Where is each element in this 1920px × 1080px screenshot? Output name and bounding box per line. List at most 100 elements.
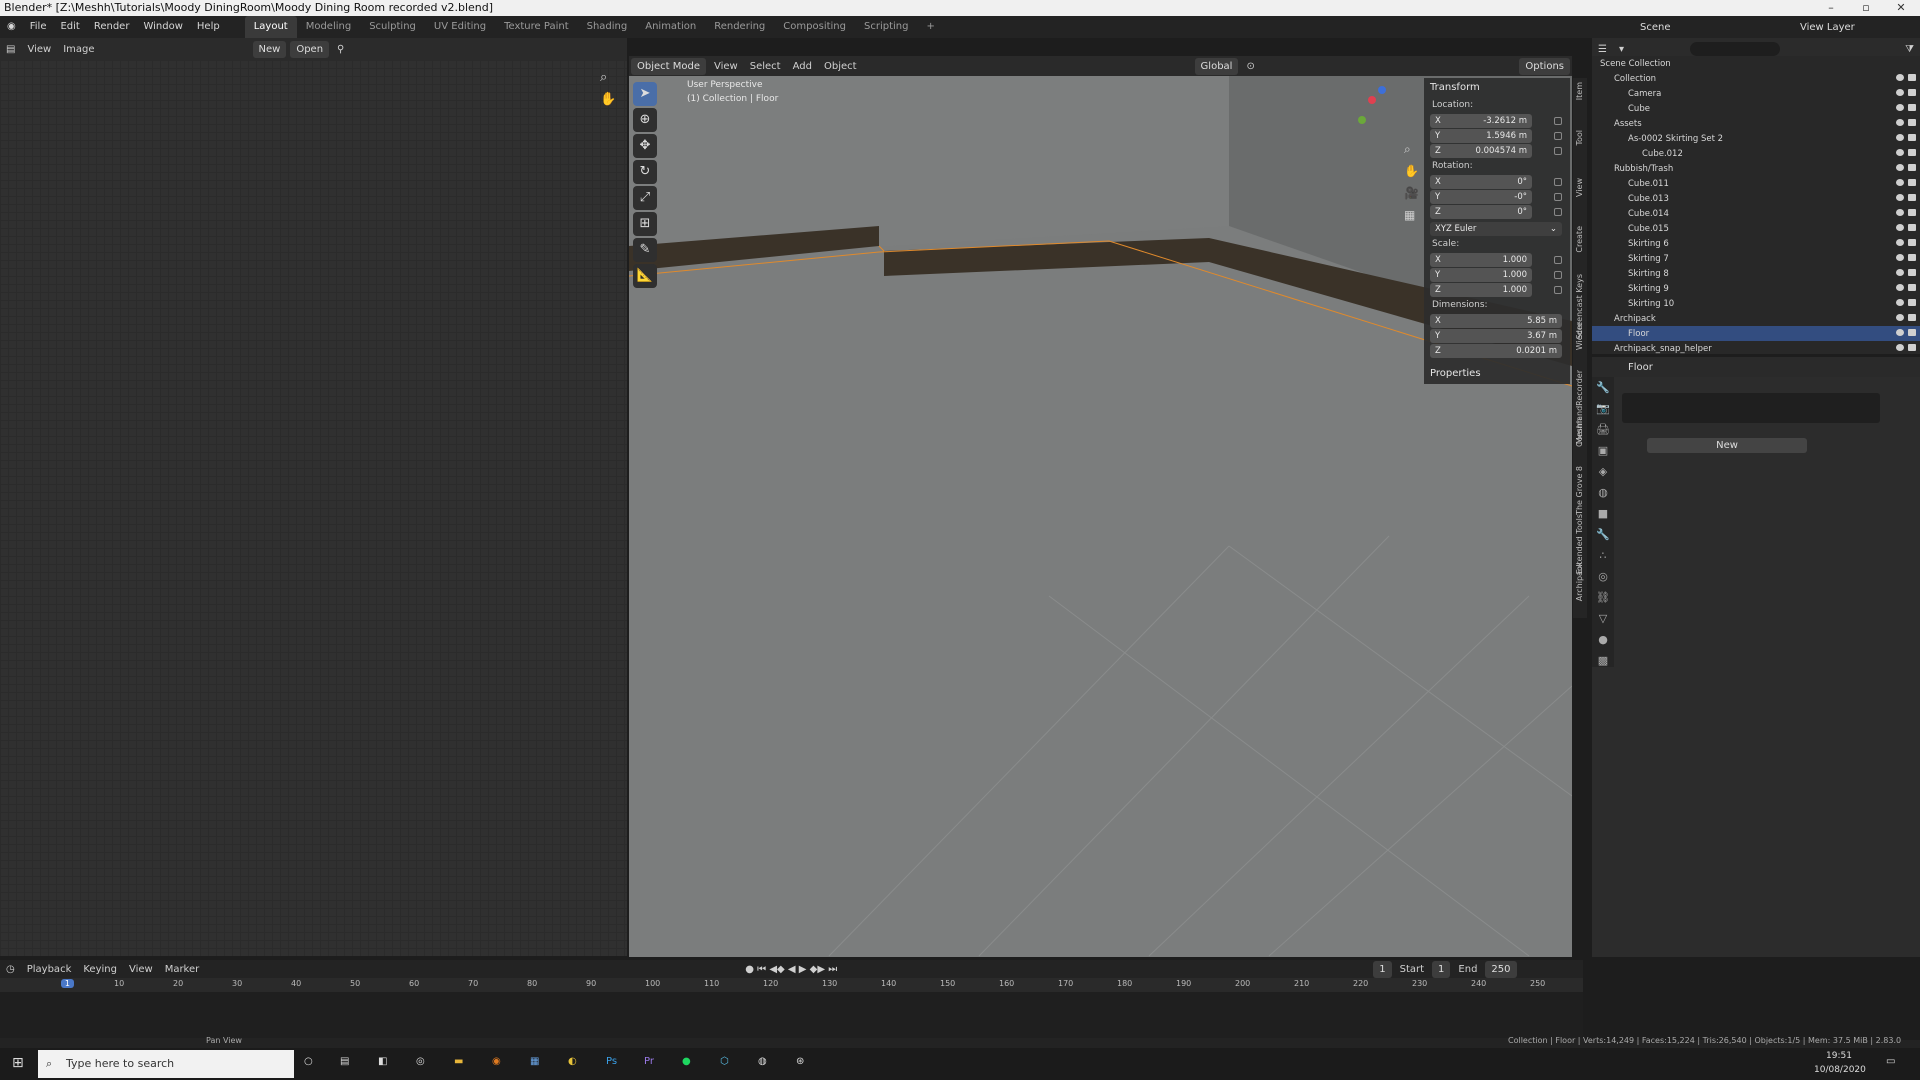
transform-orientation-dropdown[interactable]: Global: [1194, 57, 1239, 75]
visibility-eye-icon[interactable]: [1896, 209, 1904, 216]
outliner-editor-icon[interactable]: ☰: [1598, 44, 1607, 55]
keying-menu[interactable]: Keying: [83, 964, 117, 975]
object-tab-icon[interactable]: ■: [1592, 503, 1614, 524]
premiere-icon[interactable]: Pr: [644, 1056, 654, 1067]
workspace-tab-texture-paint[interactable]: Texture Paint: [495, 16, 578, 38]
render-camera-icon[interactable]: [1908, 284, 1916, 291]
world-tab-icon[interactable]: ◍: [1592, 482, 1614, 503]
outliner-row[interactable]: Assets: [1592, 116, 1920, 131]
workspace-tab-modeling[interactable]: Modeling: [297, 16, 361, 38]
visibility-eye-icon[interactable]: [1896, 224, 1904, 231]
menu-edit[interactable]: Edit: [53, 16, 86, 38]
transform-panel-header[interactable]: Transform: [1424, 78, 1570, 97]
location-z-field[interactable]: Z 0.004574 m: [1430, 144, 1532, 158]
physics-tab-icon[interactable]: ◎: [1592, 566, 1614, 587]
lock-icon[interactable]: [1554, 192, 1562, 201]
timeline-ruler[interactable]: 1 10 20 30 40 50 60 70 80 90 100 110 120 130 140 150 160…: [0, 978, 1583, 992]
material-slots-list[interactable]: [1622, 393, 1880, 423]
render-camera-icon[interactable]: [1908, 194, 1916, 201]
outliner-row[interactable]: Skirting 6: [1592, 236, 1920, 251]
workspace-tab-compositing[interactable]: Compositing: [774, 16, 855, 38]
constraints-tab-icon[interactable]: ⛓: [1592, 587, 1614, 608]
cursor-tool-icon[interactable]: ⊕: [633, 108, 657, 132]
menu-help[interactable]: Help: [190, 16, 227, 38]
render-camera-icon[interactable]: [1908, 74, 1916, 81]
taskbar-app-icon[interactable]: ◎: [416, 1056, 425, 1067]
viewport-add-menu[interactable]: Add: [793, 61, 812, 72]
image-editor-view-menu[interactable]: View: [27, 44, 51, 55]
taskbar-search-input[interactable]: ⌕ Type here to search: [38, 1050, 294, 1078]
ortho-toggle-icon[interactable]: ▦: [1404, 208, 1415, 222]
playback-controls[interactable]: ● ⏮ ◀◆ ◀ ▶ ◆▶ ⏭: [745, 964, 837, 975]
render-camera-icon[interactable]: [1908, 224, 1916, 231]
outliner-row[interactable]: Cube: [1592, 101, 1920, 116]
workspace-tab-layout[interactable]: Layout: [244, 16, 297, 38]
outliner-row[interactable]: Skirting 10: [1592, 296, 1920, 311]
lock-icon[interactable]: [1554, 116, 1562, 125]
render-camera-icon[interactable]: [1908, 269, 1916, 276]
render-camera-icon[interactable]: [1908, 179, 1916, 186]
visibility-eye-icon[interactable]: [1896, 149, 1904, 156]
new-image-button[interactable]: New: [252, 40, 287, 58]
sidebar-tab[interactable]: Archipack: [1575, 562, 1589, 601]
view-layer-selector[interactable]: View Layer: [1800, 22, 1855, 33]
move-tool-icon[interactable]: ✥: [633, 134, 657, 158]
outliner-row[interactable]: Rubbish/Trash: [1592, 161, 1920, 176]
chrome-icon[interactable]: ◐: [568, 1056, 577, 1067]
lock-icon[interactable]: [1554, 285, 1562, 294]
view-layer-tab-icon[interactable]: ▣: [1592, 440, 1614, 461]
workspace-tab-rendering[interactable]: Rendering: [705, 16, 774, 38]
cortana-icon[interactable]: ○: [304, 1056, 313, 1067]
viewport-view-menu[interactable]: View: [714, 61, 738, 72]
lock-icon[interactable]: [1554, 270, 1562, 279]
taskbar-app-icon[interactable]: ⬡: [720, 1056, 729, 1067]
taskbar-clock[interactable]: 19:51: [1826, 1051, 1852, 1061]
editor-type-icon[interactable]: ▤: [6, 44, 15, 55]
visibility-eye-icon[interactable]: [1896, 89, 1904, 96]
new-material-button[interactable]: New: [1647, 438, 1807, 453]
image-editor-image-menu[interactable]: Image: [63, 44, 94, 55]
render-camera-icon[interactable]: [1908, 209, 1916, 216]
particles-tab-icon[interactable]: ∴: [1592, 545, 1614, 566]
scale-tool-icon[interactable]: ⤢: [633, 186, 657, 210]
rotation-y-field[interactable]: Y -0°: [1430, 190, 1532, 204]
outliner-row[interactable]: Skirting 9: [1592, 281, 1920, 296]
scale-y-field[interactable]: Y 1.000: [1430, 268, 1532, 282]
location-y-field[interactable]: Y 1.5946 m: [1430, 129, 1532, 143]
options-dropdown[interactable]: Options: [1519, 57, 1570, 75]
blender-taskbar-icon[interactable]: ◉: [492, 1056, 501, 1067]
visibility-eye-icon[interactable]: [1896, 344, 1904, 351]
outliner-row[interactable]: Cube.013: [1592, 191, 1920, 206]
lock-icon[interactable]: [1554, 131, 1562, 140]
rotation-mode-dropdown[interactable]: XYZ Euler ⌄: [1430, 222, 1562, 236]
rotation-x-field[interactable]: X 0°: [1430, 175, 1532, 189]
rotate-tool-icon[interactable]: ↻: [633, 160, 657, 184]
visibility-eye-icon[interactable]: [1896, 239, 1904, 246]
render-camera-icon[interactable]: [1908, 239, 1916, 246]
sidebar-tab[interactable]: Meshh: [1575, 418, 1589, 444]
workspace-tab-scripting[interactable]: Scripting: [855, 16, 917, 38]
sidebar-tab[interactable]: Item: [1575, 82, 1589, 100]
workspace-tab-animation[interactable]: Animation: [636, 16, 705, 38]
image-editor-canvas[interactable]: ⌕ ✋: [0, 60, 627, 956]
windows-start-icon[interactable]: ⊞: [12, 1055, 24, 1071]
outliner-row[interactable]: Cube.014: [1592, 206, 1920, 221]
dimension-z-field[interactable]: Z 0.0201 m: [1430, 344, 1562, 358]
render-camera-icon[interactable]: [1908, 149, 1916, 156]
texture-tab-icon[interactable]: ▩: [1592, 650, 1614, 671]
menu-window[interactable]: Window: [136, 16, 189, 38]
playback-menu[interactable]: Playback: [27, 964, 72, 975]
lock-icon[interactable]: [1554, 146, 1562, 155]
visibility-eye-icon[interactable]: [1896, 134, 1904, 141]
visibility-eye-icon[interactable]: [1896, 299, 1904, 306]
file-explorer-icon[interactable]: ▬: [454, 1056, 463, 1067]
visibility-eye-icon[interactable]: [1896, 164, 1904, 171]
render-camera-icon[interactable]: [1908, 329, 1916, 336]
taskbar-app-icon[interactable]: ◍: [758, 1056, 767, 1067]
notification-icon[interactable]: ▭: [1886, 1056, 1895, 1067]
spotify-icon[interactable]: ●: [682, 1056, 691, 1067]
tool-tab-icon[interactable]: 🔧: [1592, 377, 1614, 398]
sidebar-tab[interactable]: View: [1575, 178, 1589, 197]
blender-logo-icon[interactable]: ◉: [0, 16, 23, 38]
workspace-tab-sculpting[interactable]: Sculpting: [360, 16, 425, 38]
